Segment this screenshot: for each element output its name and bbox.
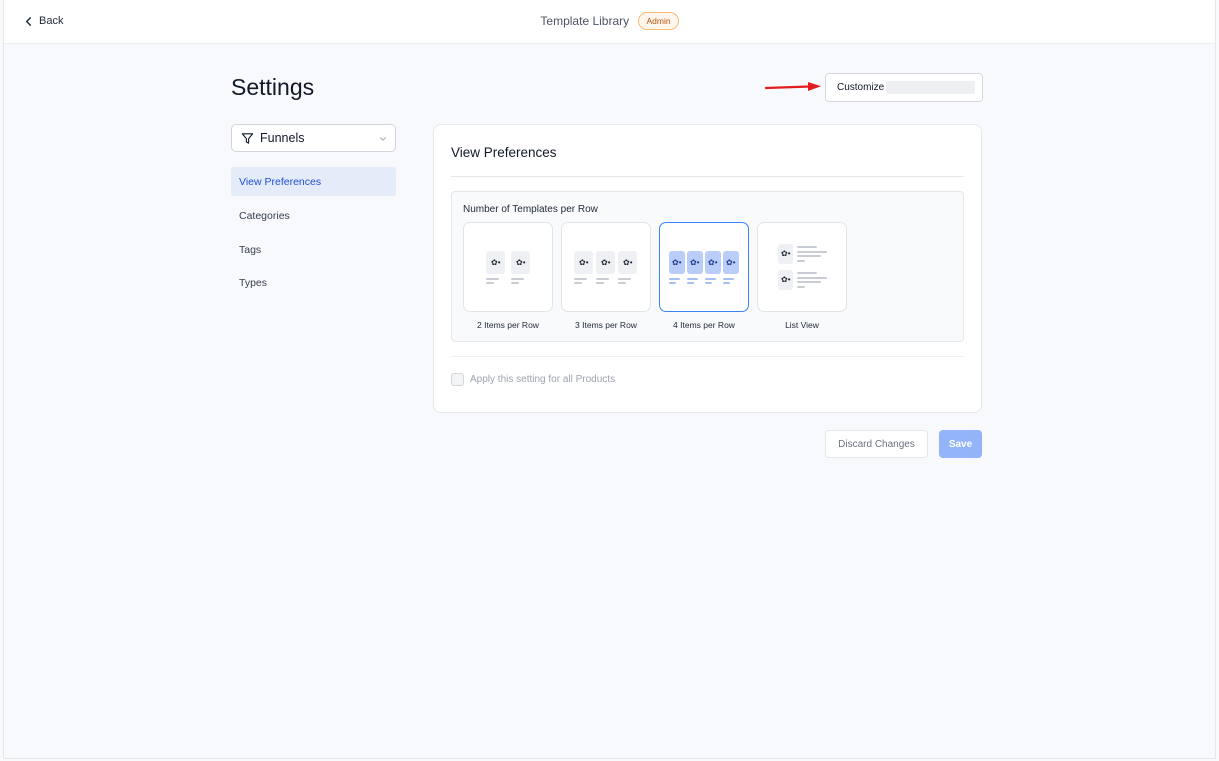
save-button[interactable]: Save xyxy=(939,430,982,458)
card-title: View Preferences xyxy=(451,145,557,160)
option-label: List View xyxy=(785,320,819,330)
sidebar-item-view-preferences[interactable]: View Preferences xyxy=(231,167,396,196)
sidebar-item-tags[interactable]: Tags xyxy=(231,235,396,264)
apply-all-label: Apply this setting for all Products xyxy=(470,374,616,385)
templates-per-row-section: Number of Templates per Row ✿• ✿• 2 Item… xyxy=(451,191,964,342)
chevron-down-icon xyxy=(380,137,386,141)
discard-changes-button[interactable]: Discard Changes xyxy=(825,430,928,458)
option-label: 2 Items per Row xyxy=(477,320,539,330)
customize-button[interactable]: Customize xyxy=(825,73,983,102)
option-2-items[interactable]: ✿• ✿• xyxy=(463,222,553,312)
checkbox-box[interactable] xyxy=(451,373,464,386)
section-title: Number of Templates per Row xyxy=(463,204,598,215)
option-list-view[interactable]: ✿• ✿• xyxy=(757,222,847,312)
option-label: 3 Items per Row xyxy=(575,320,637,330)
header-title-group: Template Library Admin xyxy=(4,12,1215,30)
page-title: Settings xyxy=(231,74,315,100)
page-header-title: Template Library xyxy=(540,14,630,28)
app-frame: Back Template Library Admin Settings Cus… xyxy=(3,0,1216,759)
sidebar-item-label: Tags xyxy=(239,243,262,256)
option-4-items[interactable]: ✿• ✿• ✿• ✿• xyxy=(659,222,749,312)
option-3-items[interactable]: ✿• ✿• ✿• xyxy=(561,222,651,312)
divider xyxy=(451,176,964,177)
view-preferences-card: View Preferences Number of Templates per… xyxy=(433,124,982,413)
customize-label: Customize xyxy=(837,82,885,93)
option-label: 4 Items per Row xyxy=(673,320,735,330)
annotation-arrow-icon xyxy=(764,82,821,91)
apply-all-products-checkbox[interactable]: Apply this setting for all Products xyxy=(451,373,615,386)
sidebar-item-categories[interactable]: Categories xyxy=(231,201,396,230)
sidebar-item-label: View Preferences xyxy=(239,175,322,188)
funnel-icon xyxy=(241,132,254,144)
admin-badge: Admin xyxy=(638,12,679,30)
divider xyxy=(451,356,964,357)
redacted-text xyxy=(886,81,976,94)
sidebar-item-label: Types xyxy=(239,276,268,289)
sidebar-item-types[interactable]: Types xyxy=(231,268,396,297)
sidebar-item-label: Categories xyxy=(239,209,290,222)
product-select[interactable]: Funnels xyxy=(231,124,396,152)
top-bar: Back Template Library Admin xyxy=(4,0,1215,44)
product-select-value: Funnels xyxy=(260,131,305,145)
